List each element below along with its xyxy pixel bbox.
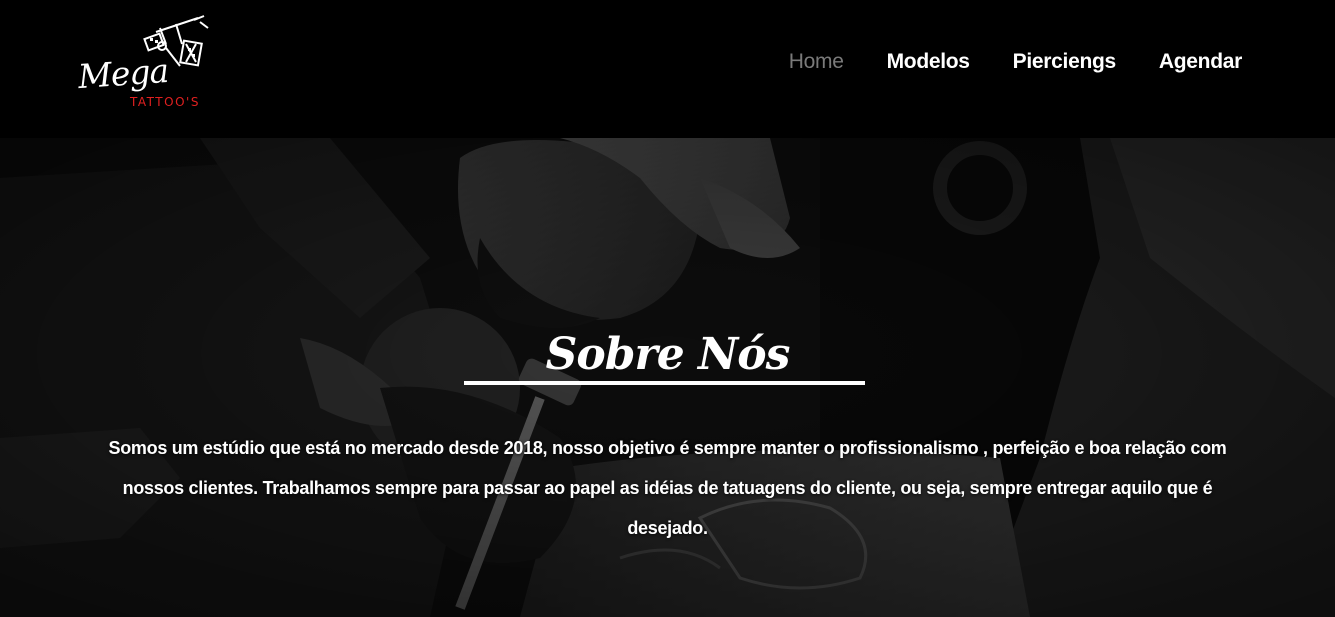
- section-title: Sobre Nós: [545, 329, 791, 381]
- nav-item-home[interactable]: Home: [789, 50, 844, 74]
- about-description: Somos um estúdio que está no mercado des…: [108, 438, 1227, 538]
- logo-subtitle: TATTOO'S: [130, 95, 200, 109]
- main-nav: Home Modelos Pierciengs Agendar: [746, 50, 1243, 74]
- nav-item-modelos[interactable]: Modelos: [887, 50, 970, 74]
- page: Mega TATTOO'S Home Modelos Pierciengs Ag…: [0, 0, 1335, 617]
- logo-script-text: Mega: [76, 50, 170, 97]
- about-hero-section: Sobre Nós Somos um estúdio que está no m…: [0, 138, 1335, 617]
- site-header: Mega TATTOO'S Home Modelos Pierciengs Ag…: [0, 0, 1335, 138]
- nav-item-pierciengs[interactable]: Pierciengs: [1013, 50, 1117, 74]
- title-divider: [464, 381, 865, 385]
- nav-item-agendar[interactable]: Agendar: [1159, 50, 1242, 74]
- brand-logo[interactable]: Mega TATTOO'S: [74, 14, 219, 114]
